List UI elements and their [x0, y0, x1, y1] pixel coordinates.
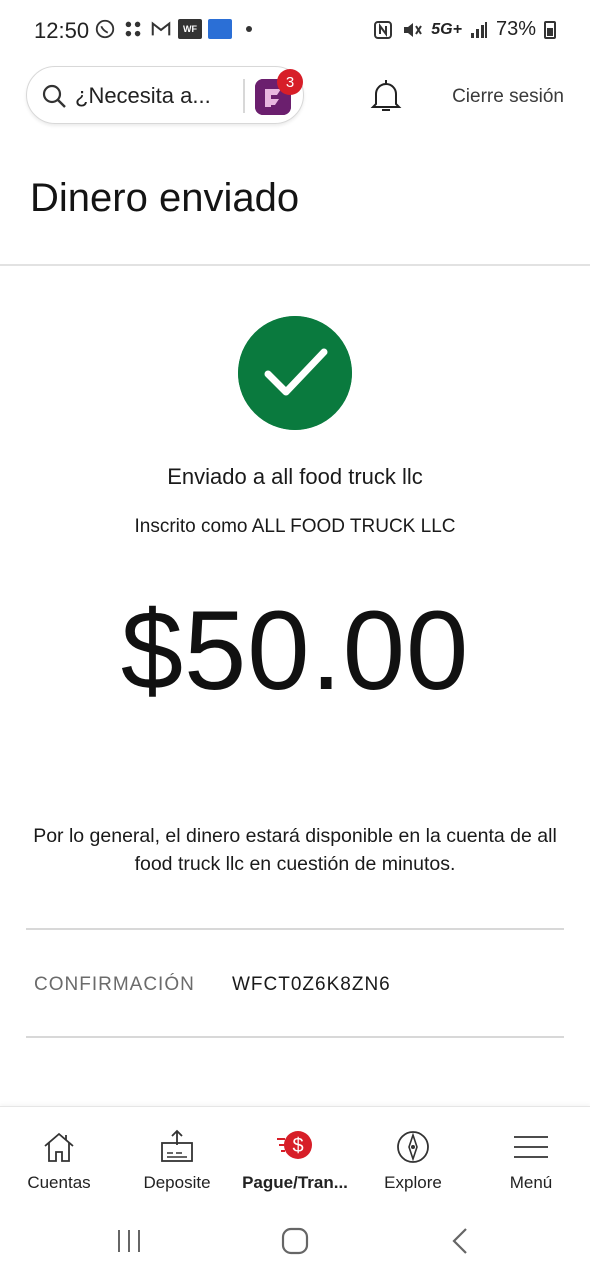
battery-icon [544, 20, 556, 39]
nav-label: Explore [384, 1173, 442, 1192]
app-header: ¿Necesita a... 3 Cierre sesión [0, 62, 590, 132]
search-icon [42, 84, 66, 108]
nav-item-explore[interactable]: Explore [354, 1107, 472, 1203]
nav-item-pague-transfiera[interactable]: $ Pague/Tran... [236, 1107, 354, 1203]
status-bar: 12:50 WF 5G+ 73% [0, 0, 590, 62]
divider [0, 264, 590, 266]
mute-icon [404, 22, 423, 37]
system-icons: 5G+ 73% [373, 18, 556, 41]
availability-note: Por lo general, el dinero estará disponi… [33, 825, 557, 875]
page-title: Dinero enviado [30, 176, 300, 220]
search-input[interactable]: ¿Necesita a... [75, 83, 211, 109]
confirmation-number: WFCT0Z6K8ZN6 [232, 974, 391, 995]
search-divider [243, 79, 245, 113]
divider [26, 1036, 564, 1038]
hamburger-icon [514, 1136, 548, 1158]
success-check-icon [238, 316, 352, 430]
android-nav-bar [0, 1202, 590, 1280]
logout-link[interactable]: Cierre sesión [452, 86, 564, 108]
recipient-text: Enviado a all food truck llc [167, 464, 423, 489]
nav-label: Menú [509, 1173, 553, 1192]
gmail-icon [151, 21, 171, 36]
nav-label: Cuentas [27, 1173, 91, 1192]
divider [26, 928, 564, 930]
nfc-icon [374, 20, 393, 39]
bottom-nav: Cuentas Deposite $ Pague/Tran... Explore… [0, 1106, 590, 1202]
wf-icon: WF [178, 19, 202, 39]
nav-item-deposite[interactable]: Deposite [118, 1107, 236, 1203]
nav-label: Pague/Tran... [242, 1173, 348, 1192]
amount-sent: $50.00 [120, 588, 470, 713]
deposit-icon [161, 1129, 193, 1162]
network-type: 5G+ [431, 20, 462, 38]
creditcard-app-icon [208, 19, 232, 39]
house-icon [44, 1132, 74, 1162]
confirmation-label: CONFIRMACIÓN [34, 974, 195, 995]
home-icon[interactable] [280, 1226, 310, 1256]
apps-icon [125, 21, 141, 37]
dot-icon [246, 26, 252, 32]
bell-icon[interactable] [366, 76, 406, 116]
search-bar[interactable]: ¿Necesita a... 3 [26, 66, 304, 124]
enrolled-as-text: Inscrito como ALL FOOD TRUCK LLC [134, 516, 456, 537]
recent-apps-icon[interactable] [114, 1226, 144, 1256]
nav-item-cuentas[interactable]: Cuentas [0, 1107, 118, 1203]
nav-item-menu[interactable]: Menú [472, 1107, 590, 1203]
battery-percent: 73% [495, 18, 536, 40]
notification-icons: WF [94, 18, 252, 40]
notification-badge: 3 [277, 69, 303, 95]
nav-label: Deposite [143, 1173, 211, 1192]
svg-text:$: $ [292, 1135, 303, 1157]
compass-icon [397, 1131, 429, 1163]
signal-icon [470, 21, 487, 38]
back-icon[interactable] [446, 1226, 476, 1256]
status-time: 12:50 [34, 18, 90, 43]
pay-transfer-icon: $ [277, 1131, 312, 1159]
whatsapp-icon [95, 19, 115, 39]
